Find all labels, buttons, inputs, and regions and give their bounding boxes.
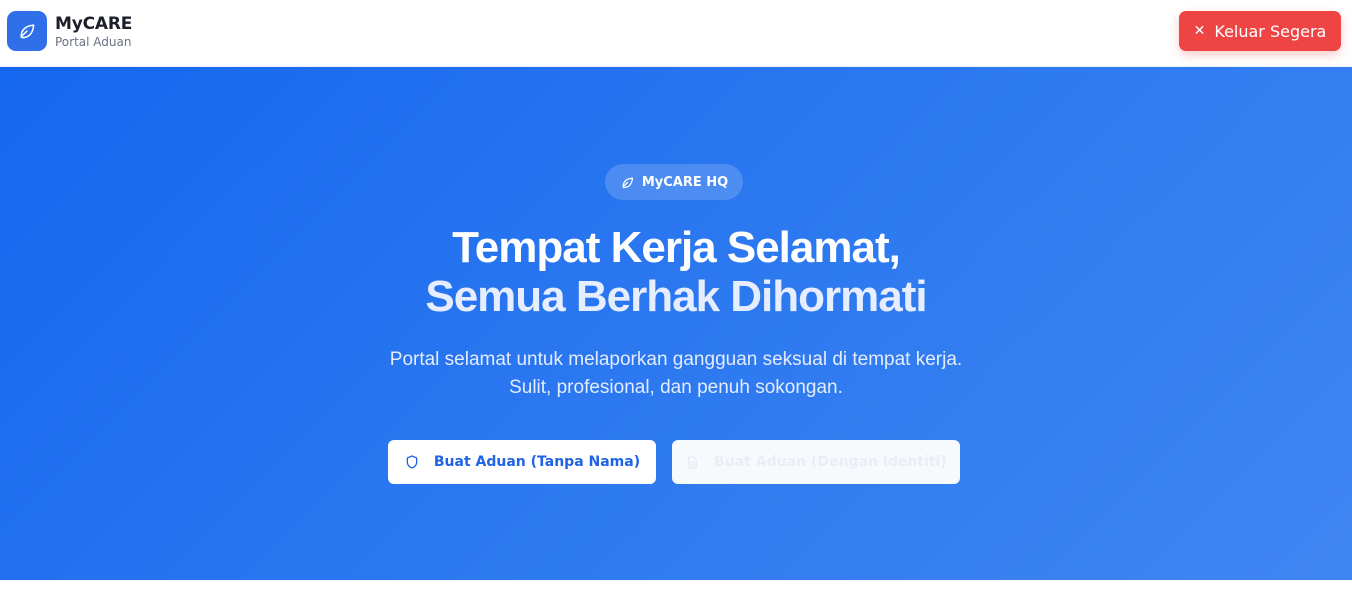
app-logo[interactable] <box>7 11 47 51</box>
identified-report-button[interactable]: Buat Aduan (Dengan Identiti) <box>672 440 960 484</box>
subtitle-line-2: Sulit, profesional, dan penuh sokongan. <box>509 377 843 398</box>
hq-badge: MyCARE HQ <box>605 164 743 200</box>
hero-headline: Tempat Kerja Selamat, Semua Berhak Dihor… <box>0 223 1352 321</box>
leaf-icon <box>20 24 35 39</box>
anonymous-report-label: Buat Aduan (Tanpa Nama) <box>433 454 641 470</box>
leaf-icon <box>622 177 633 188</box>
quick-exit-button[interactable]: ✕ Keluar Segera <box>1179 11 1341 51</box>
headline-line-1: Tempat Kerja Selamat, <box>452 223 901 272</box>
anonymous-report-button[interactable]: Buat Aduan (Tanpa Nama) <box>388 440 656 484</box>
headline-line-2: Semua Berhak Dihormati <box>425 272 927 321</box>
identified-report-label: Buat Aduan (Dengan Identiti) <box>714 454 947 470</box>
brand-subtitle: Portal Aduan <box>55 35 132 49</box>
brand-title: MyCARE <box>55 14 133 34</box>
shield-icon <box>406 455 418 469</box>
hero-section: MyCARE HQ Tempat Kerja Selamat, Semua Be… <box>0 67 1352 580</box>
subtitle-line-1: Portal selamat untuk melaporkan gangguan… <box>389 349 963 370</box>
badge-label: MyCARE HQ <box>641 174 729 190</box>
quick-exit-label: Keluar Segera <box>1214 21 1327 41</box>
page-bottom <box>0 580 1352 589</box>
top-header: MyCARE Portal Aduan ✕ Keluar Segera <box>0 0 1352 67</box>
close-icon: ✕ <box>1193 23 1206 39</box>
document-icon <box>688 455 698 469</box>
hero-subtitle: Portal selamat untuk melaporkan gangguan… <box>0 346 1352 402</box>
